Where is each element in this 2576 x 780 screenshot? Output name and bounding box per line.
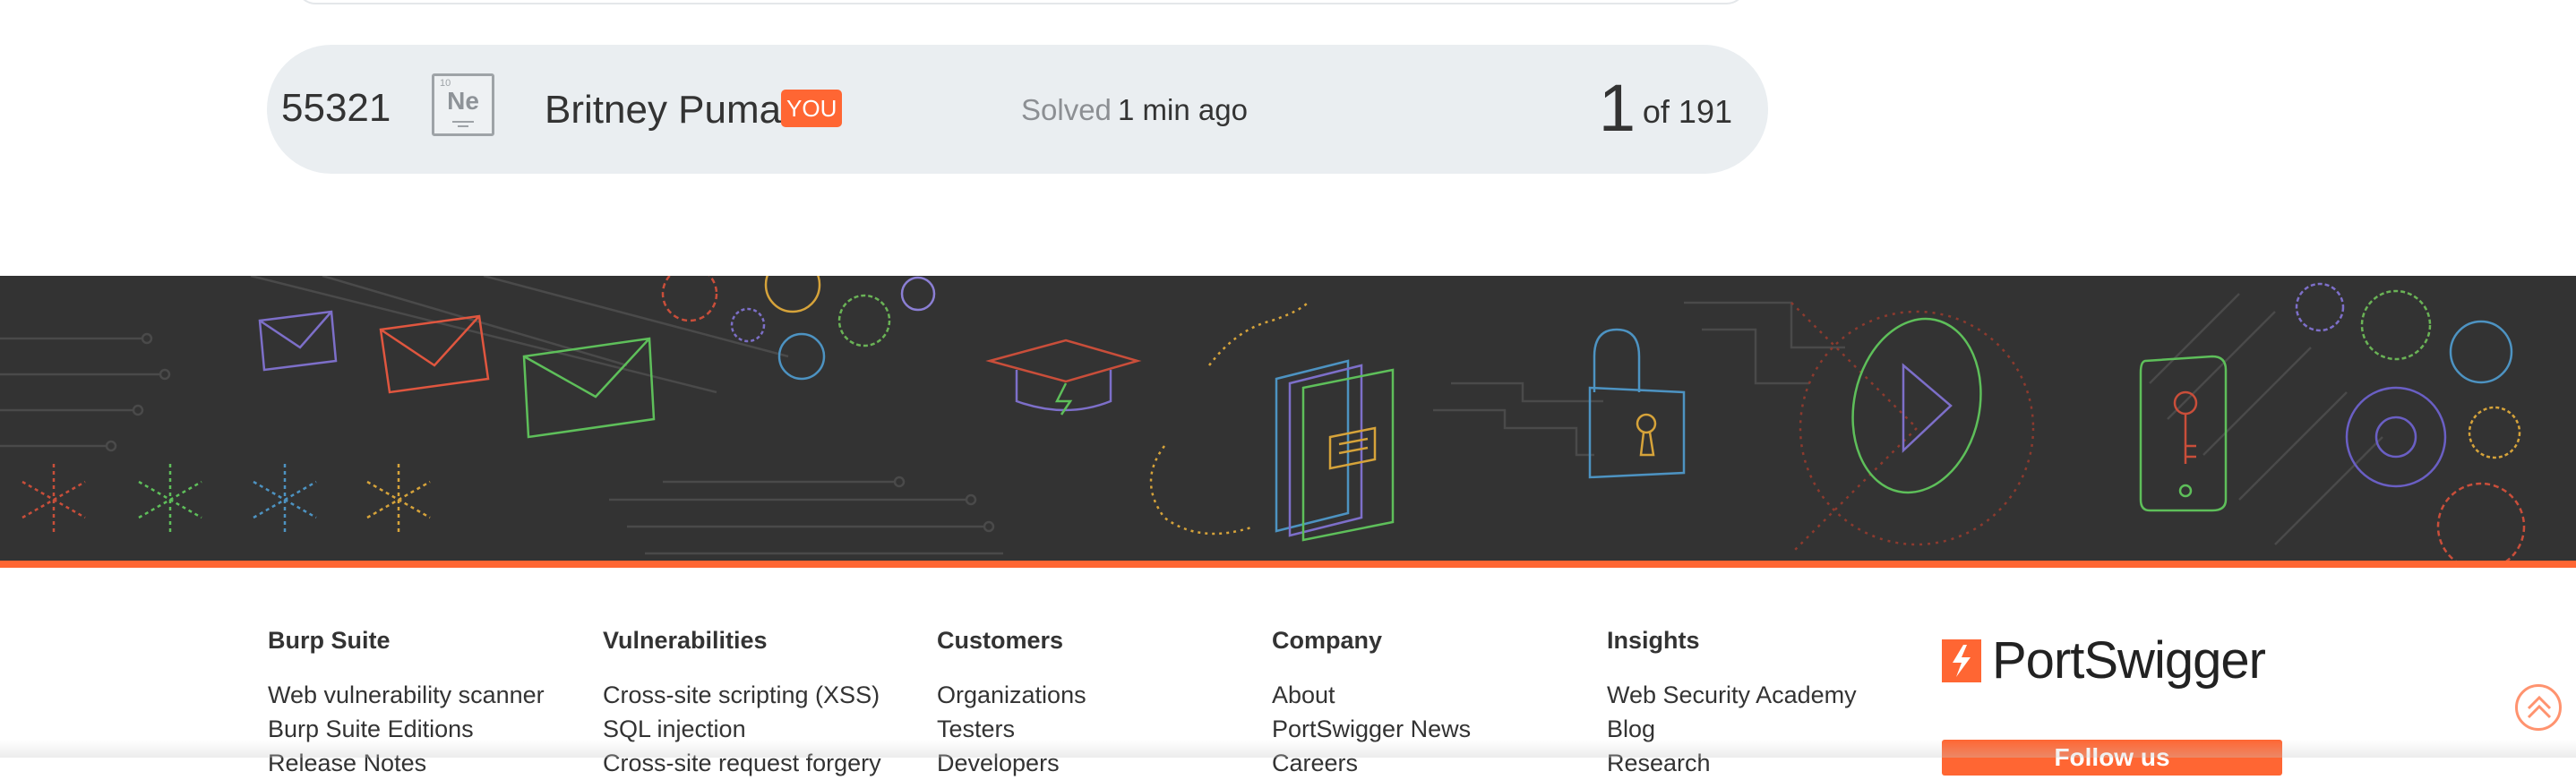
previous-row-edge: [296, 0, 1747, 4]
you-badge: YOU: [781, 90, 843, 127]
portswigger-logo-icon: [1942, 639, 1981, 682]
gear-icon: [661, 276, 2526, 561]
solved-label: Solved: [1021, 93, 1112, 126]
solved-time: 1 min ago: [1118, 93, 1248, 126]
footer-heading: Company: [1272, 627, 1383, 654]
position-number: 1: [1598, 71, 1636, 145]
asterisk-icon: [21, 464, 431, 536]
book-icon: [1275, 359, 1395, 542]
chevron-up-icon: [2527, 695, 2552, 719]
banner-accent-stripe: [0, 561, 2576, 568]
footer-heading: Vulnerabilities: [603, 627, 768, 654]
portswigger-logo-text: PortSwigger: [1992, 631, 2266, 690]
footer-link[interactable]: Web Security Academy: [1607, 678, 1857, 712]
position-total: of 191: [1642, 93, 1732, 130]
footer-heading: Customers: [937, 627, 1064, 654]
footer-banner: [0, 276, 2576, 561]
leaderboard-row: 55321 10 Ne Britney Puma YOU Solved 1 mi…: [267, 45, 1768, 174]
avatar-line: [452, 121, 474, 123]
avatar-element-symbol: Ne: [447, 87, 479, 115]
footer-heading: Insights: [1607, 627, 1700, 654]
footer-link[interactable]: Organizations: [937, 678, 1086, 712]
portswigger-logo[interactable]: PortSwigger: [1942, 630, 2266, 690]
footer-link[interactable]: About: [1272, 678, 1471, 712]
site-footer: Burp Suite Web vulnerability scanner Bur…: [0, 568, 2576, 776]
envelope-icon: [258, 310, 656, 439]
footer-link[interactable]: Cross-site scripting (XSS): [603, 678, 881, 712]
padlock-icon: [1588, 328, 1686, 479]
circuit-traces: [0, 276, 2383, 555]
footer-heading: Burp Suite: [268, 627, 391, 654]
graduation-cap-icon: [985, 339, 1142, 416]
play-icon: [1851, 317, 1982, 494]
player-name: Britney Puma: [545, 88, 782, 132]
scroll-to-top-button[interactable]: [2515, 684, 2562, 731]
bottom-fade: [0, 740, 2576, 758]
avatar-line: [458, 125, 468, 127]
footer-link[interactable]: Web vulnerability scanner: [268, 678, 545, 712]
element-avatar: 10 Ne: [432, 73, 494, 136]
rank-number: 55321: [281, 86, 391, 130]
dotted-swirl: [1149, 302, 1309, 536]
